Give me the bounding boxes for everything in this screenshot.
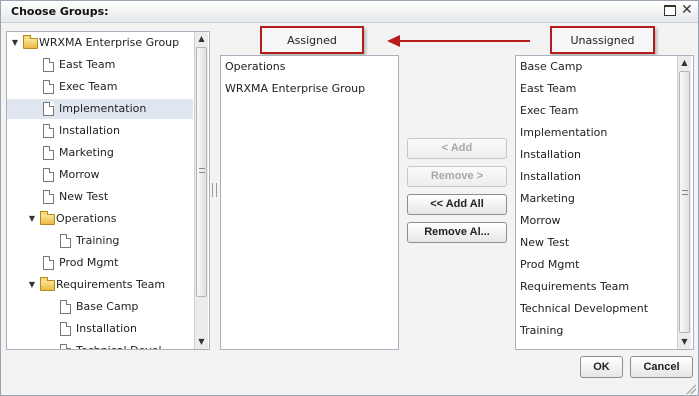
document-icon [43,58,54,72]
tree-item-label: Marketing [59,146,114,159]
remove-button[interactable]: Remove > [407,166,507,187]
tree-item-label: Requirements Team [56,278,166,291]
tree-scrollbar[interactable]: ▲ ▼ [194,32,208,349]
arrow-line [399,40,530,42]
grip-icon [682,190,688,195]
tree-item-label: Base Camp [76,300,139,313]
folder-icon [40,277,55,291]
document-icon [60,234,71,248]
tree-item[interactable]: Installation [7,319,193,339]
choose-groups-dialog: Choose Groups: ✕ ▼ WRXMA Enterprise Group… [0,0,699,396]
grip-icon [199,168,205,173]
expand-toggle-icon[interactable]: ▼ [10,33,20,53]
cancel-button[interactable]: Cancel [630,356,693,378]
resize-grip-icon[interactable] [686,384,696,394]
tree-item[interactable]: Exec Team [7,77,193,97]
list-item[interactable]: Morrow [520,210,561,232]
dialog-title: Choose Groups: [11,5,109,18]
folder-icon [23,35,38,49]
tree-item-label: Installation [76,322,137,335]
list-item[interactable]: Operations [225,56,285,78]
tree-item-label: Operations [56,212,117,225]
assigned-list[interactable]: Operations WRXMA Enterprise Group [220,55,399,350]
add-all-button[interactable]: << Add All [407,194,507,215]
add-button[interactable]: < Add [407,138,507,159]
group-tree: ▼ WRXMA Enterprise Group East Team Exec Tea… [6,31,210,350]
document-icon [43,168,54,182]
expand-toggle-icon[interactable]: ▼ [27,275,37,295]
list-item[interactable]: WRXMA Enterprise Group [225,78,365,100]
document-icon [60,322,71,336]
unassigned-scroll-thumb[interactable] [679,71,690,333]
folder-icon [40,211,55,225]
list-item[interactable]: Implementation [520,122,607,144]
scroll-down-icon[interactable]: ▼ [195,335,208,349]
document-icon [43,146,54,160]
document-icon [60,300,71,314]
tree-item-label: Exec Team [59,80,118,93]
tree-item[interactable]: East Team [7,55,193,75]
expand-toggle-icon[interactable]: ▼ [27,209,37,229]
list-item[interactable]: Marketing [520,188,575,210]
document-icon [43,190,54,204]
tree-item-label: Morrow [59,168,100,181]
tree-item-label: Training [76,234,120,247]
tree-item-label: WRXMA Enterprise Group [39,36,180,49]
tree-item[interactable]: ▼ Operations [7,209,193,229]
list-item[interactable]: New Test [520,232,569,254]
list-item[interactable]: Installation [520,166,581,188]
document-icon [43,80,54,94]
unassigned-list[interactable]: Base Camp East Team Exec Team Implementatio… [515,55,694,350]
tree-item[interactable]: Prod Mgmt [7,253,193,273]
tree-item[interactable]: ▼ WRXMA Enterprise Group [7,33,193,53]
unassigned-scrollbar[interactable]: ▲ ▼ [677,56,691,349]
list-item[interactable]: Exec Team [520,100,579,122]
unassigned-header: Unassigned [550,26,655,54]
tree-item[interactable]: Implementation [7,99,193,119]
tree-item-label: Technical Devel... [76,341,172,349]
assigned-header: Assigned [260,26,364,54]
document-icon [60,344,71,349]
list-item[interactable]: Installation [520,144,581,166]
tree-item[interactable]: Installation [7,121,193,141]
list-item[interactable]: Training [520,320,563,342]
close-icon[interactable]: ✕ [681,2,693,18]
panel-splitter[interactable] [212,183,217,197]
tree-item-label: New Test [59,190,109,203]
tree-item[interactable]: ▼ Requirements Team [7,275,193,295]
list-item[interactable]: Technical Development [520,298,648,320]
tree-item-label: East Team [59,58,116,71]
list-item[interactable]: East Team [520,78,576,100]
remove-all-button[interactable]: Remove Al... [407,222,507,243]
tree-item[interactable]: New Test [7,187,193,207]
ok-button[interactable]: OK [580,356,623,378]
scroll-down-icon[interactable]: ▼ [678,335,691,349]
tree-scroll-thumb[interactable] [196,47,207,297]
list-item[interactable]: Requirements Team [520,276,629,298]
list-item[interactable]: Prod Mgmt [520,254,579,276]
tree-item-label: Installation [59,124,120,137]
document-icon [43,256,54,270]
maximize-icon[interactable] [664,5,676,16]
tree-item[interactable]: Morrow [7,165,193,185]
scroll-up-icon[interactable]: ▲ [195,32,208,46]
document-icon [43,124,54,138]
tree-item[interactable]: Base Camp [7,297,193,317]
tree-item-label: Prod Mgmt [59,256,119,269]
scroll-up-icon[interactable]: ▲ [678,56,691,70]
tree-item[interactable]: Marketing [7,143,193,163]
tree-item[interactable]: Technical Devel... [7,341,193,349]
document-icon [43,102,54,116]
tree-item[interactable]: Training [7,231,193,251]
list-item[interactable]: Base Camp [520,56,582,78]
tree-item-label: Implementation [59,102,147,115]
dialog-titlebar: Choose Groups: ✕ [1,1,698,23]
